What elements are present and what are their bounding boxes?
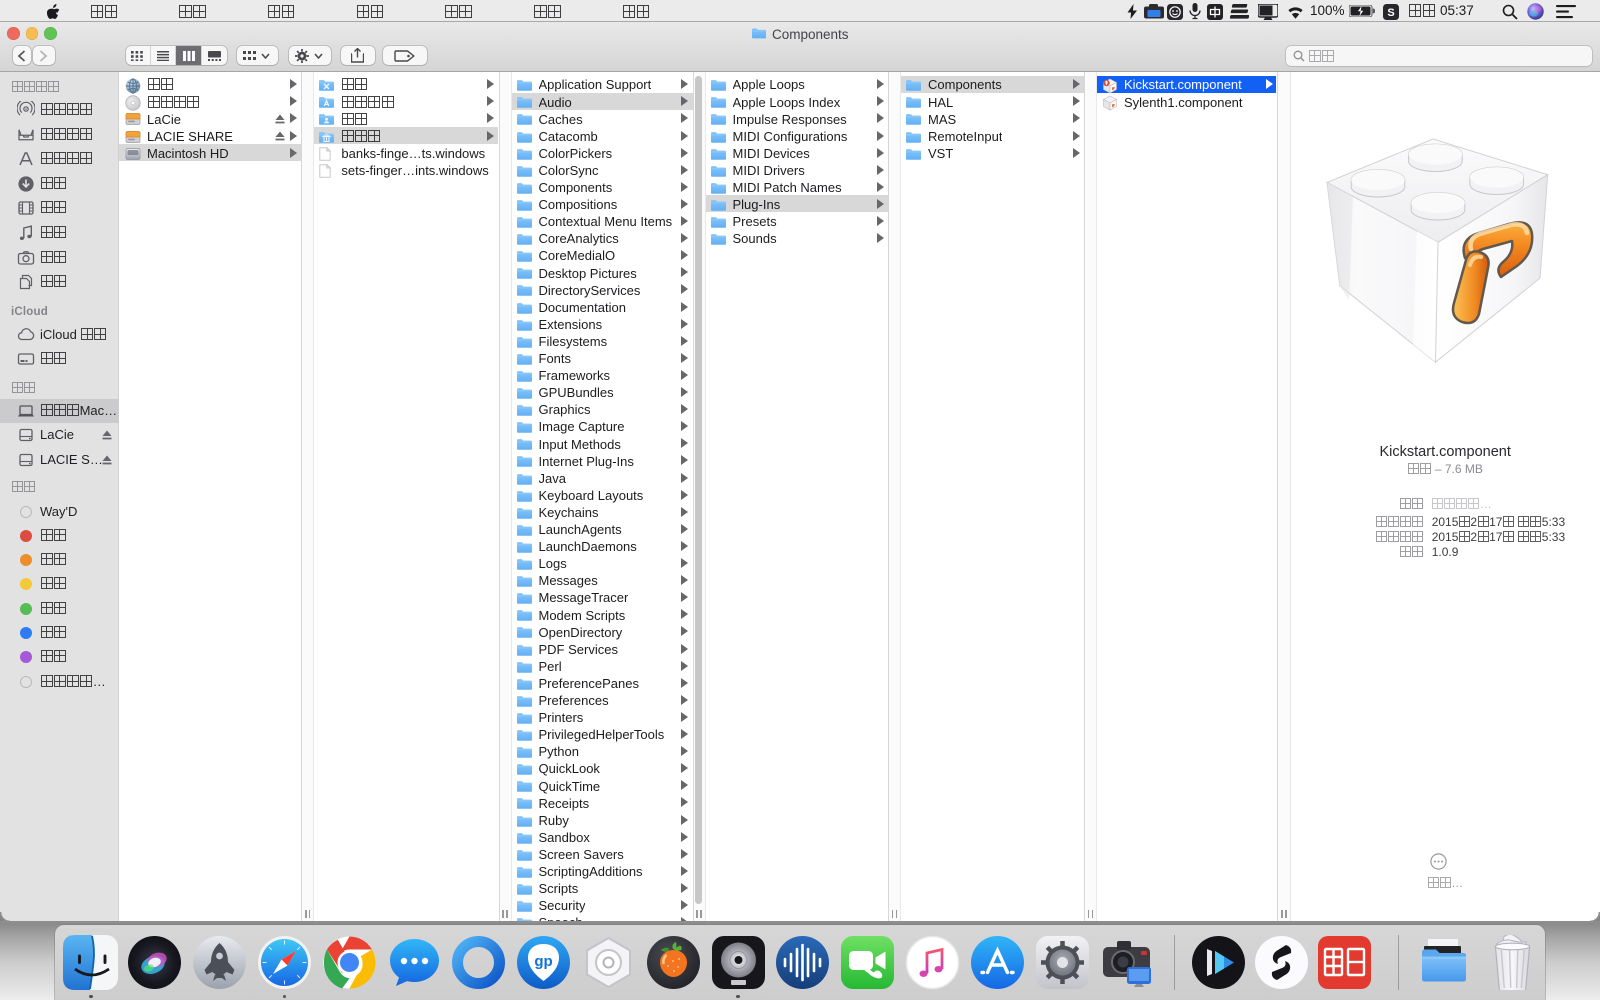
svg-text:gp: gp [534,953,552,970]
svg-text:S: S [1387,7,1394,19]
